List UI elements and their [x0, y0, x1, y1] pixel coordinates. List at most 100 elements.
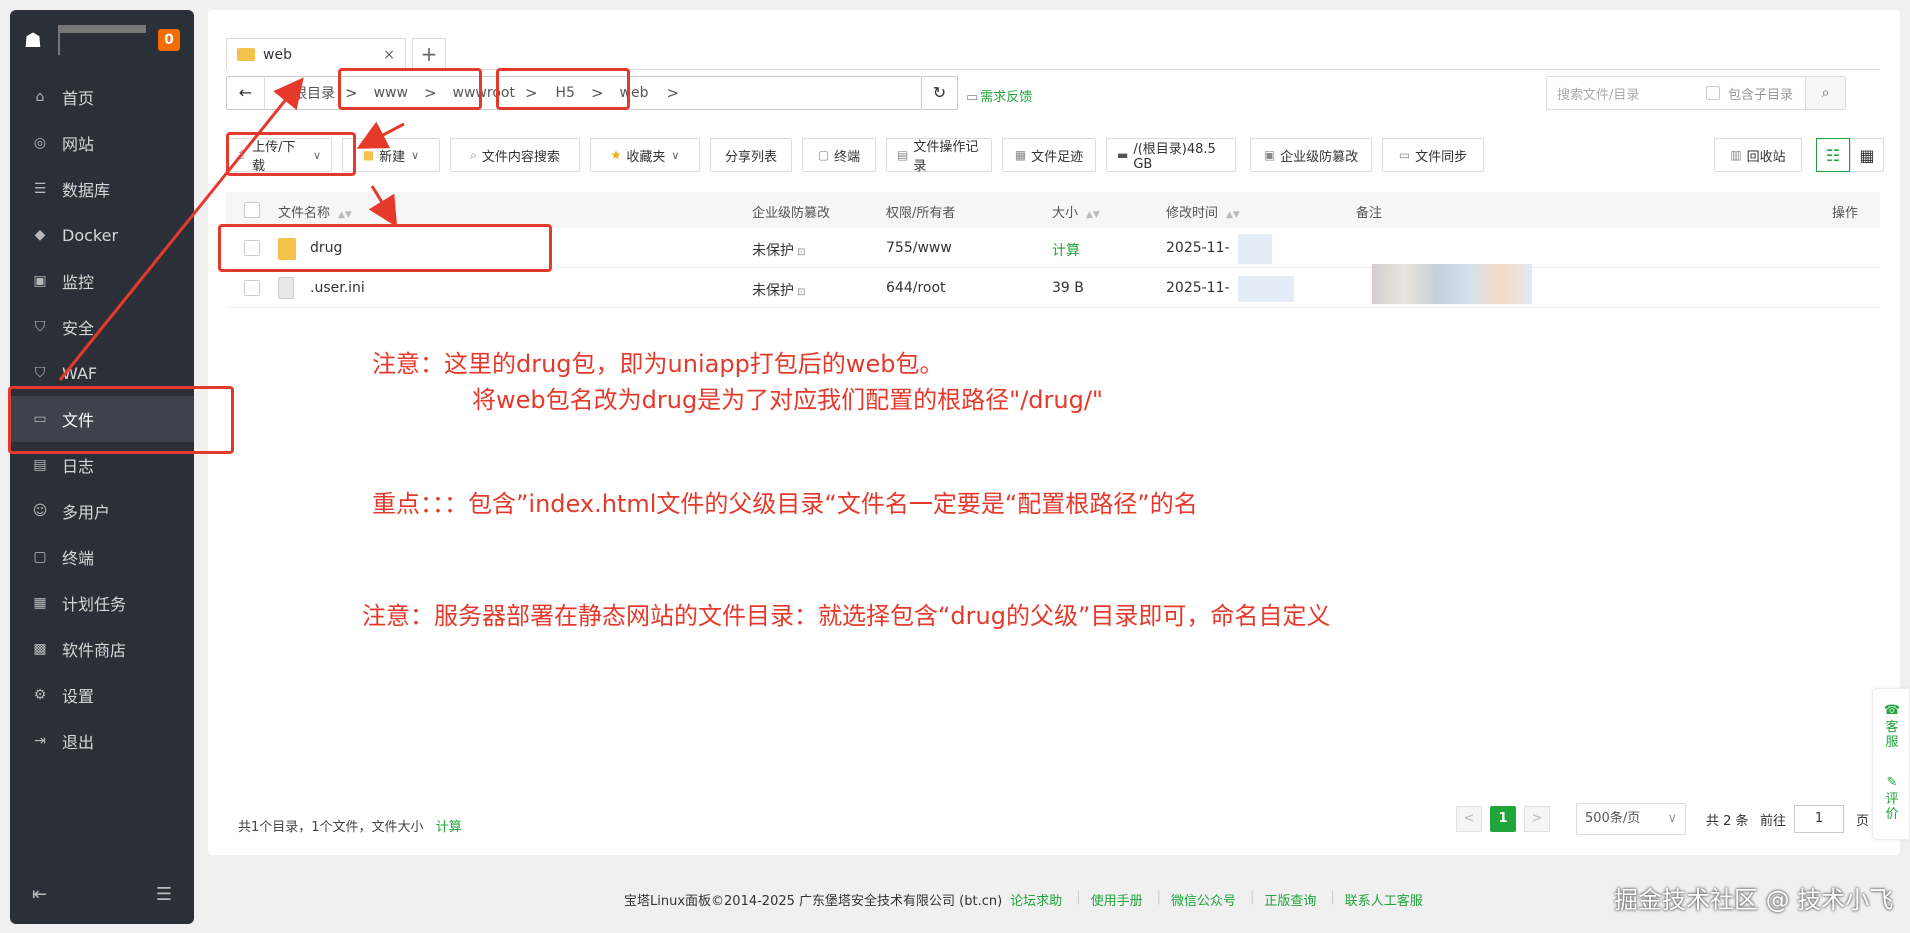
file-op-log-button[interactable]: ▤ 文件操作记录: [886, 138, 992, 174]
search-icon: ⌕: [470, 147, 477, 162]
table-row[interactable]: .user.ini 未保护 ⊡ 644/root 39 B 2025-11-: [226, 264, 1880, 308]
sidebar-item-5[interactable]: ⛉ 安全: [10, 304, 194, 350]
share-list-button[interactable]: 分享列表: [710, 138, 792, 172]
annotation-note-3: 注意：服务器部署在静态网站的文件目录：就选择包含“drug的父级”目录即可，命名…: [362, 602, 1331, 630]
row-checkbox[interactable]: [244, 280, 260, 296]
search-box[interactable]: 搜索文件/目录 包含子目录 ⌕: [1546, 76, 1846, 110]
page-unit-label: 页: [1856, 814, 1870, 829]
refresh-button[interactable]: ↻: [922, 76, 958, 110]
annotation-note-2: 重点：：：包含”index.html文件的父级目录“文件名一定要是“配置根路径”…: [372, 490, 1198, 518]
calc-total-link[interactable]: 计算: [436, 820, 462, 835]
stats-text: 共1个目录，1个文件，文件大小: [238, 820, 424, 835]
total-count: 共 2 条: [1706, 814, 1749, 829]
new-button[interactable]: ■ 新建 ∨: [342, 138, 440, 172]
bt-logo-icon: ☗: [24, 28, 42, 52]
tamper-status-label: 未保护: [752, 283, 794, 299]
annotation-note-1: 注意：这里的drug包，即为uniapp打包后的web包。: [372, 350, 944, 378]
next-page-button[interactable]: >: [1524, 806, 1550, 832]
search-input[interactable]: 搜索文件/目录: [1557, 84, 1639, 103]
sidebar-item-label: 首页: [62, 89, 95, 108]
waf-icon: ⛉: [34, 365, 46, 381]
feedback-label: 需求反馈: [980, 90, 1033, 105]
sidebar-item-1[interactable]: ◎ 网站: [10, 120, 194, 166]
add-tab-button[interactable]: +: [412, 38, 446, 70]
shield-icon: ⛉: [34, 319, 46, 335]
file-footprint-label: 文件足迹: [1031, 149, 1084, 165]
sidebar-item-13[interactable]: ⚙ 设置: [10, 672, 194, 718]
sidebar-item-label: 安全: [62, 319, 95, 338]
trash-icon: ▥: [1730, 148, 1742, 162]
sidebar-item-label: 设置: [62, 687, 95, 706]
disk-button[interactable]: ▬ /(根目录)48.5 GB: [1106, 138, 1236, 172]
sidebar-item-9[interactable]: ☺ 多用户: [10, 488, 194, 534]
include-subdir-checkbox[interactable]: [1705, 86, 1720, 100]
file-sync-button[interactable]: ▭ 文件同步: [1382, 138, 1484, 172]
file-footprint-button[interactable]: ▦ 文件足迹: [1002, 138, 1096, 172]
select-all-checkbox[interactable]: [244, 202, 260, 218]
sidebar-item-10[interactable]: ▢ 终端: [10, 534, 194, 580]
sidebar-item-4[interactable]: ▣ 监控: [10, 258, 194, 304]
header-name-label: 文件名称: [278, 206, 331, 221]
tamper-status: 未保护 ⊡: [752, 280, 806, 300]
prev-page-button[interactable]: <: [1456, 806, 1482, 832]
redacted-blur: [1238, 276, 1294, 302]
file-name[interactable]: .user.ini: [310, 280, 365, 296]
customer-service-button[interactable]: ☎ 客服: [1873, 703, 1910, 750]
terminal-label: 终端: [834, 149, 861, 165]
tamper-protect-button[interactable]: ▣ 企业级防篡改: [1250, 138, 1372, 172]
recycle-bin-button[interactable]: ▥ 回收站: [1714, 138, 1802, 172]
header-remark: 备注: [1356, 206, 1383, 221]
copyright-text: 宝塔Linux面板©2014-2025 广东堡塔安全技术有限公司 (bt.cn): [624, 894, 1003, 909]
tab-label: web: [263, 46, 292, 63]
close-icon[interactable]: ×: [383, 47, 395, 63]
sidebar-item-2[interactable]: ☰ 数据库: [10, 166, 194, 212]
tab-bar: web × +: [226, 28, 1880, 70]
header-name[interactable]: 文件名称 ▲▼: [278, 202, 352, 221]
permission[interactable]: 644/root: [886, 280, 946, 296]
header-size[interactable]: 大小 ▲▼: [1052, 202, 1100, 221]
current-page[interactable]: 1: [1490, 806, 1516, 832]
contact-support-link[interactable]: 联系人工客服: [1345, 890, 1423, 909]
header-mtime[interactable]: 修改时间 ▲▼: [1166, 202, 1240, 221]
permission[interactable]: 755/www: [886, 240, 952, 256]
gear-icon: ⚙: [33, 687, 47, 703]
forum-link[interactable]: 论坛求助: [1010, 890, 1062, 909]
sidebar-item-0[interactable]: ⌂ 首页: [10, 74, 194, 120]
watermark: 掘金技术社区 @ 技术小飞: [1614, 886, 1894, 914]
divider: |: [1250, 890, 1255, 905]
crumb-root[interactable]: 根目录: [293, 83, 335, 103]
search-icon[interactable]: ⌕: [1805, 77, 1845, 109]
sidebar-item-label: 多用户: [62, 503, 111, 522]
collapse-sidebar-icon[interactable]: ⇤: [32, 884, 47, 905]
terminal-button[interactable]: ▢ 终端: [802, 138, 876, 172]
list-view-icon[interactable]: ☷: [1816, 138, 1850, 172]
sidebar-item-11[interactable]: ▦ 计划任务: [10, 580, 194, 626]
goto-page-input[interactable]: 1: [1794, 805, 1844, 833]
menu-list-icon[interactable]: ☰: [156, 884, 172, 905]
sidebar-item-3[interactable]: ◆ Docker: [10, 212, 194, 258]
page-size-select[interactable]: 500条/页 ∨: [1576, 803, 1686, 835]
sidebar-item-14[interactable]: ⇥ 退出: [10, 718, 194, 764]
store-icon: ▩: [33, 641, 47, 657]
sidebar-item-label: 网站: [62, 135, 95, 154]
customer-service-label: 客服: [1885, 720, 1899, 750]
goto-label: 前往: [1760, 814, 1787, 829]
sidebar-item-label: 终端: [62, 549, 95, 568]
tab-web[interactable]: web ×: [226, 38, 406, 70]
folder-icon: [237, 48, 255, 61]
review-button[interactable]: ✎ 评价: [1873, 775, 1910, 822]
favorites-button[interactable]: ★ 收藏夹 ∨: [590, 138, 700, 172]
highlight-drug-row: [218, 224, 552, 272]
wechat-link[interactable]: 微信公众号: [1171, 890, 1236, 909]
header-perm: 权限/所有者: [886, 206, 956, 221]
calc-size-link[interactable]: 计算: [1052, 240, 1080, 260]
grid-view-icon[interactable]: ▦: [1850, 138, 1884, 172]
redacted-blur: [1238, 234, 1272, 264]
back-arrow-icon[interactable]: ←: [227, 77, 265, 109]
feedback-link[interactable]: ▭ 需求反馈: [966, 86, 1032, 105]
notification-badge[interactable]: 0: [158, 29, 180, 51]
sidebar-item-12[interactable]: ▩ 软件商店: [10, 626, 194, 672]
license-link[interactable]: 正版查询: [1264, 890, 1316, 909]
content-search-button[interactable]: ⌕ 文件内容搜索: [450, 138, 580, 172]
manual-link[interactable]: 使用手册: [1091, 890, 1143, 909]
